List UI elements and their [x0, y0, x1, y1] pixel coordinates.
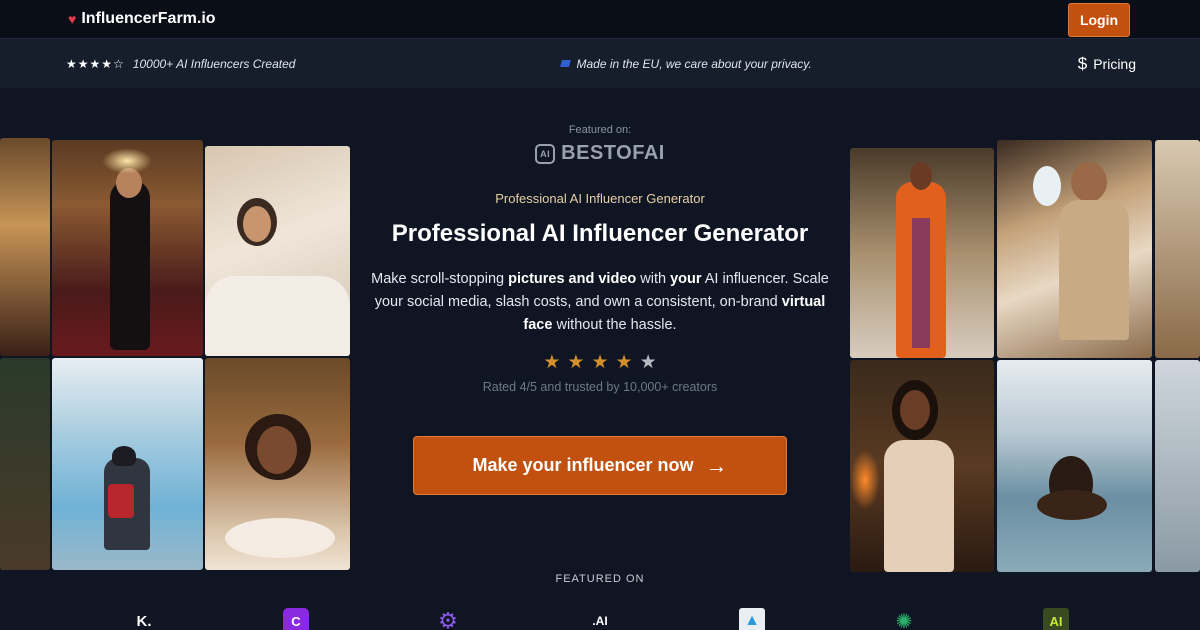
- cta-label: Make your influencer now: [472, 455, 694, 475]
- hero-eyebrow: Professional AI Influencer Generator: [495, 191, 705, 206]
- photo-woman-black-dress: [52, 140, 203, 356]
- site-logo[interactable]: ♥ InfluencerFarm.io: [68, 10, 216, 28]
- pricing-link[interactable]: $ Pricing: [1078, 54, 1136, 74]
- eu-privacy-note: Made in the EU, we care about your priva…: [560, 56, 812, 71]
- gear-logo-icon[interactable]: ⚙: [435, 608, 461, 630]
- rating-stars: ★ ★ ★ ★ ★: [350, 351, 850, 374]
- photo-left-edge: [0, 138, 50, 356]
- photo-glacier-hiker: [52, 358, 203, 570]
- dollar-icon: $: [1077, 53, 1088, 73]
- photo-right-edge-2: [1155, 360, 1200, 572]
- photo-hot-spring-woman: [997, 360, 1152, 572]
- left-photo-collage: [0, 138, 350, 570]
- eu-text: Made in the EU, we care about your priva…: [576, 56, 812, 71]
- star-icon: ★: [615, 352, 633, 373]
- photo-right-edge: [1155, 140, 1200, 358]
- bestofai-text: BESTOFAI: [561, 142, 665, 164]
- top-bar: ♥ InfluencerFarm.io Login: [0, 0, 1200, 38]
- ai-badge-icon: AI: [535, 143, 556, 164]
- created-text: 10000+ AI Influencers Created: [132, 56, 296, 71]
- heart-icon: ♥: [68, 11, 77, 27]
- network-logo-icon[interactable]: ✺: [891, 608, 917, 630]
- photo-woman-in-bed: [205, 146, 350, 356]
- logo-text: InfluencerFarm.io: [81, 10, 216, 27]
- make-influencer-button[interactable]: Make your influencer now →: [413, 436, 787, 495]
- featured-on-heading: FEATURED ON: [555, 573, 645, 585]
- star-rating-icons: ★★★★☆: [66, 56, 125, 71]
- star-icon: ★: [567, 352, 585, 373]
- star-icon: ★: [543, 352, 561, 373]
- star-empty-icon: ★: [639, 352, 657, 373]
- bestofai-badge-link[interactable]: AI BESTOFAI: [350, 142, 850, 165]
- hero-title: Professional AI Influencer Generator: [391, 220, 809, 247]
- star-icon: ★: [591, 352, 609, 373]
- photo-lace-dress-woman: [850, 360, 994, 572]
- arrow-right-icon: →: [705, 452, 728, 478]
- featured-logos: K. C ⚙ .AI ▲ ✺ AI: [0, 606, 1200, 630]
- hero-section: Featured on: AI BESTOFAI Professional AI…: [350, 120, 850, 495]
- photo-man-in-jet: [997, 140, 1152, 358]
- ai-box-logo-icon[interactable]: AI: [1043, 608, 1069, 630]
- k-logo-icon[interactable]: K.: [131, 608, 157, 630]
- rating-text: Rated 4/5 and trusted by 10,000+ creator…: [482, 380, 718, 394]
- influencers-created: ★★★★☆ 10000+ AI Influencers Created: [66, 57, 295, 71]
- photo-orange-coat-woman: [850, 148, 994, 358]
- hero-description: Make scroll-stopping pictures and video …: [371, 271, 829, 333]
- pricing-label: Pricing: [1093, 55, 1136, 72]
- ai-dot-logo-icon[interactable]: .AI: [587, 608, 613, 630]
- photo-dining-woman: [205, 358, 350, 570]
- info-bar: ★★★★☆ 10000+ AI Influencers Created Made…: [0, 38, 1200, 88]
- right-photo-collage: [850, 140, 1200, 572]
- eu-flag-icon: [560, 60, 572, 67]
- featured-label: Featured on:: [568, 124, 632, 136]
- a-triangle-logo-icon[interactable]: ▲: [739, 608, 765, 630]
- photo-left-edge-2: [0, 358, 50, 570]
- c-logo-icon[interactable]: C: [283, 608, 309, 630]
- login-button[interactable]: Login: [1068, 3, 1130, 37]
